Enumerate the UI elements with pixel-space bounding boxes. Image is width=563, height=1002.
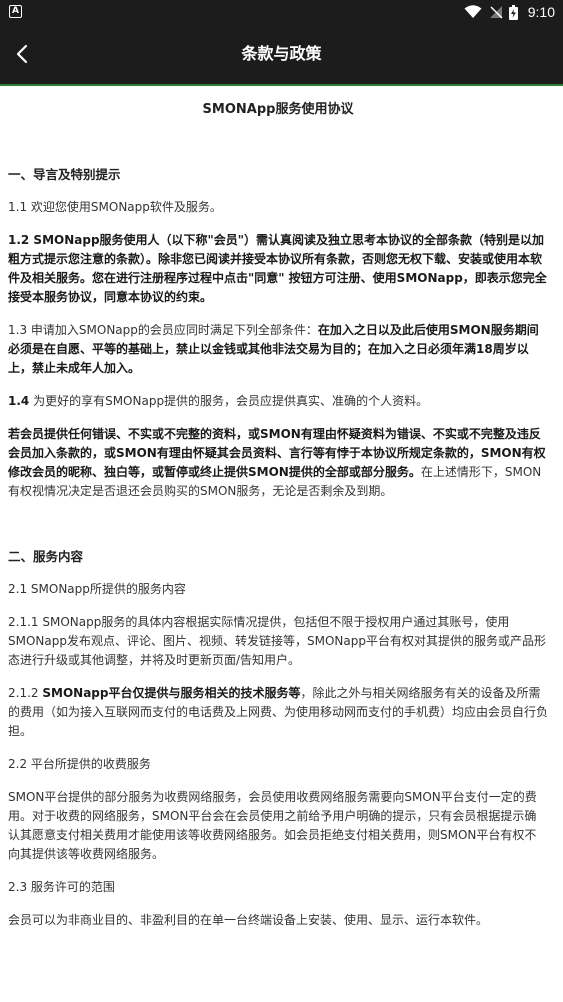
status-bar: A 9:10: [0, 0, 563, 24]
paragraph-2-2: 2.2 平台所提供的收费服务: [8, 757, 151, 771]
paragraph-1-3-normal: 1.3 申请加入SMONapp的会员应同时满足下列全部条件：: [8, 323, 318, 337]
section-heading-1: 一、导言及特别提示: [8, 167, 121, 182]
paragraph-1-1: 1.1 欢迎您使用SMONapp软件及服务。: [8, 200, 222, 214]
paragraph-1-3: 1.3 申请加入SMONapp的会员应同时满足下列全部条件：在加入之日以及此后使…: [8, 321, 548, 378]
paragraph-2-3-text: 会员可以为非商业目的、非盈利目的在单一台终端设备上安装、使用、显示、运行本软件。: [8, 913, 489, 927]
status-time: 9:10: [527, 4, 555, 20]
paragraph-1-4-text: 为更好的享有SMONapp提供的服务，会员应提供真实、准确的个人资料。: [29, 394, 429, 408]
section-heading-2: 二、服务内容: [8, 549, 84, 564]
paragraph-1-5: 若会员提供任何错误、不实或不完整的资料，或SMON有理由怀疑资料为错误、不实或不…: [8, 425, 548, 501]
paragraph-2-1-1: 2.1.1 SMONapp服务的具体内容根据实际情况提供，包括但不限于授权用户通…: [8, 615, 546, 667]
paragraph-1-4: 1.4 为更好的享有SMONapp提供的服务，会员应提供真实、准确的个人资料。: [8, 392, 548, 411]
paragraph-2-1: 2.1 SMONapp所提供的服务内容: [8, 582, 186, 596]
signal-off-icon: [489, 6, 503, 19]
page-title: 条款与政策: [241, 44, 322, 63]
battery-charging-icon: [508, 4, 518, 20]
paragraph-2-3: 2.3 服务许可的范围: [8, 880, 115, 894]
terms-content[interactable]: SMONApp服务使用协议 一、导言及特别提示 1.1 欢迎您使用SMONapp…: [8, 86, 548, 930]
paragraph-2-2-text: SMON平台提供的部分服务为收费网络服务，会员使用收费网络服务需要向SMON平台…: [8, 790, 537, 861]
paragraph-1-2-text: 1.2 SMONapp服务使用人（以下称"会员"）需认真阅读及独立思考本协议的全…: [8, 233, 547, 304]
document-title: SMONApp服务使用协议: [202, 102, 354, 117]
paragraph-1-4-number: 1.4: [8, 394, 30, 408]
wifi-icon: [464, 5, 482, 18]
paragraph-2-1-2: 2.1.2 SMONapp平台仅提供与服务相关的技术服务等，除此之外与相关网络服…: [8, 684, 548, 741]
paragraph-1-2: 1.2 SMONapp服务使用人（以下称"会员"）需认真阅读及独立思考本协议的全…: [8, 231, 548, 307]
notification-icon: A: [9, 5, 22, 18]
paragraph-2-1-2-bold: SMONapp平台仅提供与服务相关的技术服务等: [42, 686, 301, 700]
paragraph-2-1-2-number: 2.1.2: [8, 686, 43, 700]
status-icons: 9:10: [464, 0, 555, 24]
app-bar: 条款与政策: [0, 24, 563, 84]
